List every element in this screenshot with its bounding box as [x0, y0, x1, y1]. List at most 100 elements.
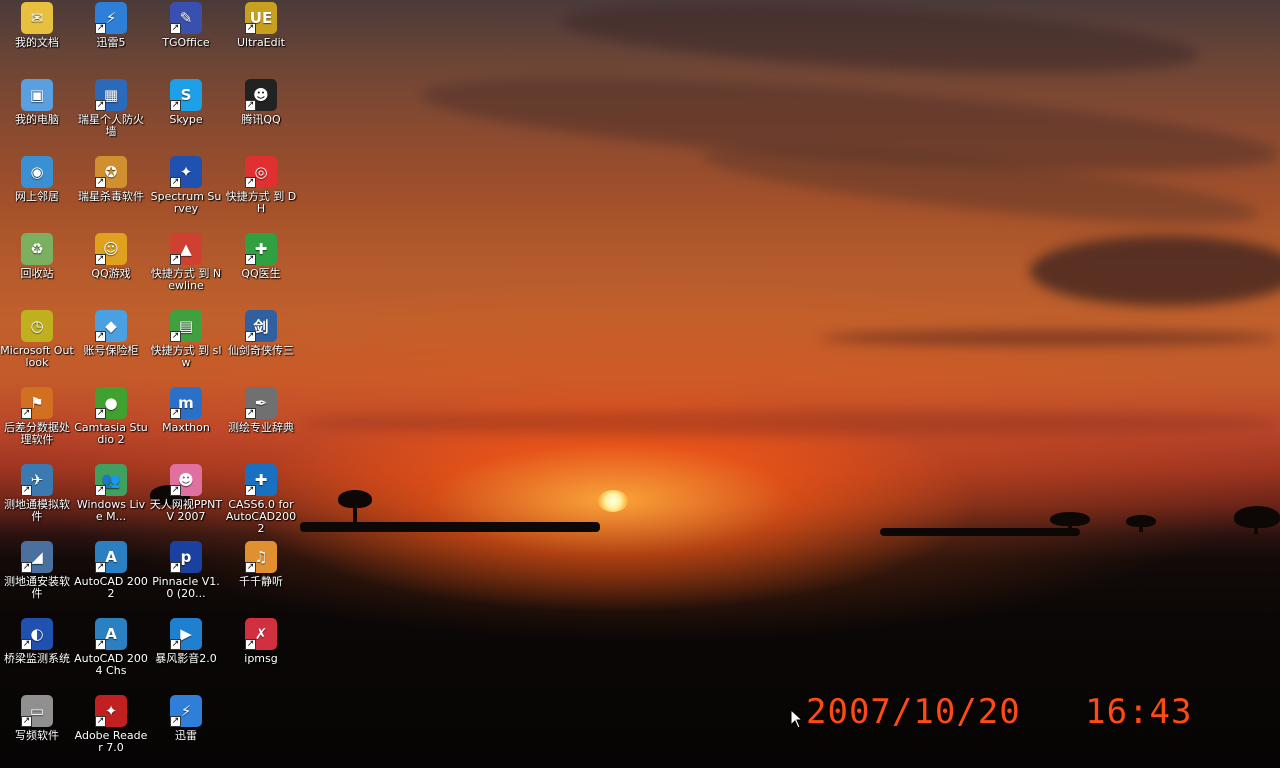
desktop-icon[interactable]: ▣ 我的电脑 [0, 79, 74, 126]
desktop-icon[interactable]: ✒ ↗ 测绘专业辞典 [224, 387, 298, 434]
app-icon[interactable]: ☻ ↗ [245, 79, 277, 111]
app-icon[interactable]: p ↗ [170, 541, 202, 573]
desktop-icon-label[interactable]: Maxthon [149, 422, 223, 434]
desktop-icon[interactable]: ◉ 网上邻居 [0, 156, 74, 203]
app-icon[interactable]: ✒ ↗ [245, 387, 277, 419]
desktop-icon-label[interactable]: 腾讯QQ [224, 114, 298, 126]
desktop-icon-label[interactable]: QQ游戏 [74, 268, 148, 280]
app-icon[interactable]: A ↗ [95, 618, 127, 650]
desktop-icon-label[interactable]: AutoCAD 2004 Chs [74, 653, 148, 677]
app-icon[interactable]: ◉ [21, 156, 53, 188]
app-icon[interactable]: ✦ ↗ [170, 156, 202, 188]
desktop-icon-label[interactable]: AutoCAD 2002 [74, 576, 148, 600]
app-icon[interactable]: ▤ ↗ [170, 310, 202, 342]
app-icon[interactable]: 👥 ↗ [95, 464, 127, 496]
desktop-icon[interactable]: ✗ ↗ ipmsg [224, 618, 298, 665]
desktop-icon-label[interactable]: 千千静听 [224, 576, 298, 588]
desktop-icon-label[interactable]: TGOffice [149, 37, 223, 49]
desktop-icon[interactable]: ☻ ↗ 腾讯QQ [224, 79, 298, 126]
app-icon[interactable]: ▭ ↗ [21, 695, 53, 727]
app-icon[interactable]: ⚑ ↗ [21, 387, 53, 419]
desktop-icon[interactable]: 👥 ↗ Windows Live M... [74, 464, 148, 523]
desktop-icon-label[interactable]: 桥梁监测系统 [0, 653, 74, 665]
desktop-icon[interactable]: ▤ ↗ 快捷方式 到 slw [149, 310, 223, 369]
desktop-icon-label[interactable]: 暴风影音2.0 [149, 653, 223, 665]
desktop-icon[interactable]: 剑 ↗ 仙剑奇侠传三 [224, 310, 298, 357]
desktop-icon[interactable]: A ↗ AutoCAD 2002 [74, 541, 148, 600]
desktop-icon-label[interactable]: CASS6.0 for AutoCAD2002 [224, 499, 298, 535]
app-icon[interactable]: UE ↗ [245, 2, 277, 34]
app-icon[interactable]: ✗ ↗ [245, 618, 277, 650]
desktop-icon-label[interactable]: 仙剑奇侠传三 [224, 345, 298, 357]
desktop-icon-label[interactable]: Camtasia Studio 2 [74, 422, 148, 446]
desktop-icon[interactable]: ♫ ↗ 千千静听 [224, 541, 298, 588]
desktop-icon[interactable]: ◷ Microsoft Outlook [0, 310, 74, 369]
desktop-icon-label[interactable]: 快捷方式 到 slw [149, 345, 223, 369]
app-icon[interactable]: ▶ ↗ [170, 618, 202, 650]
desktop-icon[interactable]: UE ↗ UltraEdit [224, 2, 298, 49]
desktop-icon-label[interactable]: Skype [149, 114, 223, 126]
desktop-icon[interactable]: ✉ 我的文档 [0, 2, 74, 49]
desktop-icon[interactable]: ◢ ↗ 测地通安装软件 [0, 541, 74, 600]
desktop-icon[interactable]: ▶ ↗ 暴风影音2.0 [149, 618, 223, 665]
desktop-icon-label[interactable]: 迅雷 [149, 730, 223, 742]
desktop-icon[interactable]: ● ↗ Camtasia Studio 2 [74, 387, 148, 446]
desktop-icon[interactable]: ☻ ↗ 天人网视PPNTV 2007 [149, 464, 223, 523]
desktop-icon-label[interactable]: 瑞星个人防火墙 [74, 114, 148, 138]
desktop-icon-label[interactable]: Microsoft Outlook [0, 345, 74, 369]
desktop-icon[interactable]: S ↗ Skype [149, 79, 223, 126]
desktop-icon[interactable]: ✎ ↗ TGOffice [149, 2, 223, 49]
desktop-icon[interactable]: p ↗ Pinnacle V1.0 (20... [149, 541, 223, 600]
desktop-icon-label[interactable]: QQ医生 [224, 268, 298, 280]
desktop-icon-label[interactable]: 天人网视PPNTV 2007 [149, 499, 223, 523]
app-icon[interactable]: ⚡ ↗ [170, 695, 202, 727]
desktop-icon-label[interactable]: 瑞星杀毒软件 [74, 191, 148, 203]
desktop-icon[interactable]: ♻ 回收站 [0, 233, 74, 280]
desktop-icon-label[interactable]: 迅雷5 [74, 37, 148, 49]
app-icon[interactable]: ● ↗ [95, 387, 127, 419]
desktop-icon-label[interactable]: 测地通模拟软件 [0, 499, 74, 523]
desktop-icon[interactable]: ⚡ ↗ 迅雷 [149, 695, 223, 742]
app-icon[interactable]: ◎ ↗ [245, 156, 277, 188]
app-icon[interactable]: ☻ ↗ [170, 464, 202, 496]
app-icon[interactable]: ✚ ↗ [245, 464, 277, 496]
desktop-icon-label[interactable]: 我的文档 [0, 37, 74, 49]
desktop-icon[interactable]: ▲ ↗ 快捷方式 到 Newline [149, 233, 223, 292]
desktop-icon-label[interactable]: Spectrum Survey [149, 191, 223, 215]
app-icon[interactable]: m ↗ [170, 387, 202, 419]
app-icon[interactable]: ◐ ↗ [21, 618, 53, 650]
app-icon[interactable]: ✪ ↗ [95, 156, 127, 188]
app-icon[interactable]: ✉ [21, 2, 53, 34]
desktop-icon-label[interactable]: 快捷方式 到 Newline [149, 268, 223, 292]
app-icon[interactable]: ✈ ↗ [21, 464, 53, 496]
app-icon[interactable]: ✦ ↗ [95, 695, 127, 727]
app-icon[interactable]: ☺ ↗ [95, 233, 127, 265]
app-icon[interactable]: ▲ ↗ [170, 233, 202, 265]
desktop-icon-label[interactable]: 测绘专业辞典 [224, 422, 298, 434]
app-icon[interactable]: ◆ ↗ [95, 310, 127, 342]
desktop-icon[interactable]: ⚡ ↗ 迅雷5 [74, 2, 148, 49]
desktop-icon-label[interactable]: Adobe Reader 7.0 [74, 730, 148, 754]
desktop-icon-label[interactable]: 网上邻居 [0, 191, 74, 203]
desktop-icon-label[interactable]: 我的电脑 [0, 114, 74, 126]
app-icon[interactable]: ▣ [21, 79, 53, 111]
desktop-icon-label[interactable]: Windows Live M... [74, 499, 148, 523]
app-icon[interactable]: S ↗ [170, 79, 202, 111]
desktop-icon-label[interactable]: 账号保险柜 [74, 345, 148, 357]
app-icon[interactable]: ♻ [21, 233, 53, 265]
desktop-icon-label[interactable]: ipmsg [224, 653, 298, 665]
desktop-icon-label[interactable]: 快捷方式 到 DH [224, 191, 298, 215]
desktop-icon[interactable]: m ↗ Maxthon [149, 387, 223, 434]
desktop-icon[interactable]: ✦ ↗ Adobe Reader 7.0 [74, 695, 148, 754]
desktop-icon-label[interactable]: 测地通安装软件 [0, 576, 74, 600]
desktop-icon[interactable]: ✚ ↗ CASS6.0 for AutoCAD2002 [224, 464, 298, 535]
desktop-icon[interactable]: ▭ ↗ 写频软件 [0, 695, 74, 742]
desktop-icon-label[interactable]: UltraEdit [224, 37, 298, 49]
desktop-icon[interactable]: ◎ ↗ 快捷方式 到 DH [224, 156, 298, 215]
app-icon[interactable]: A ↗ [95, 541, 127, 573]
desktop-icon[interactable]: ⚑ ↗ 后差分数据处理软件 [0, 387, 74, 446]
app-icon[interactable]: ◷ [21, 310, 53, 342]
desktop-icon-label[interactable]: 写频软件 [0, 730, 74, 742]
app-icon[interactable]: ♫ ↗ [245, 541, 277, 573]
desktop-icon[interactable]: ✦ ↗ Spectrum Survey [149, 156, 223, 215]
